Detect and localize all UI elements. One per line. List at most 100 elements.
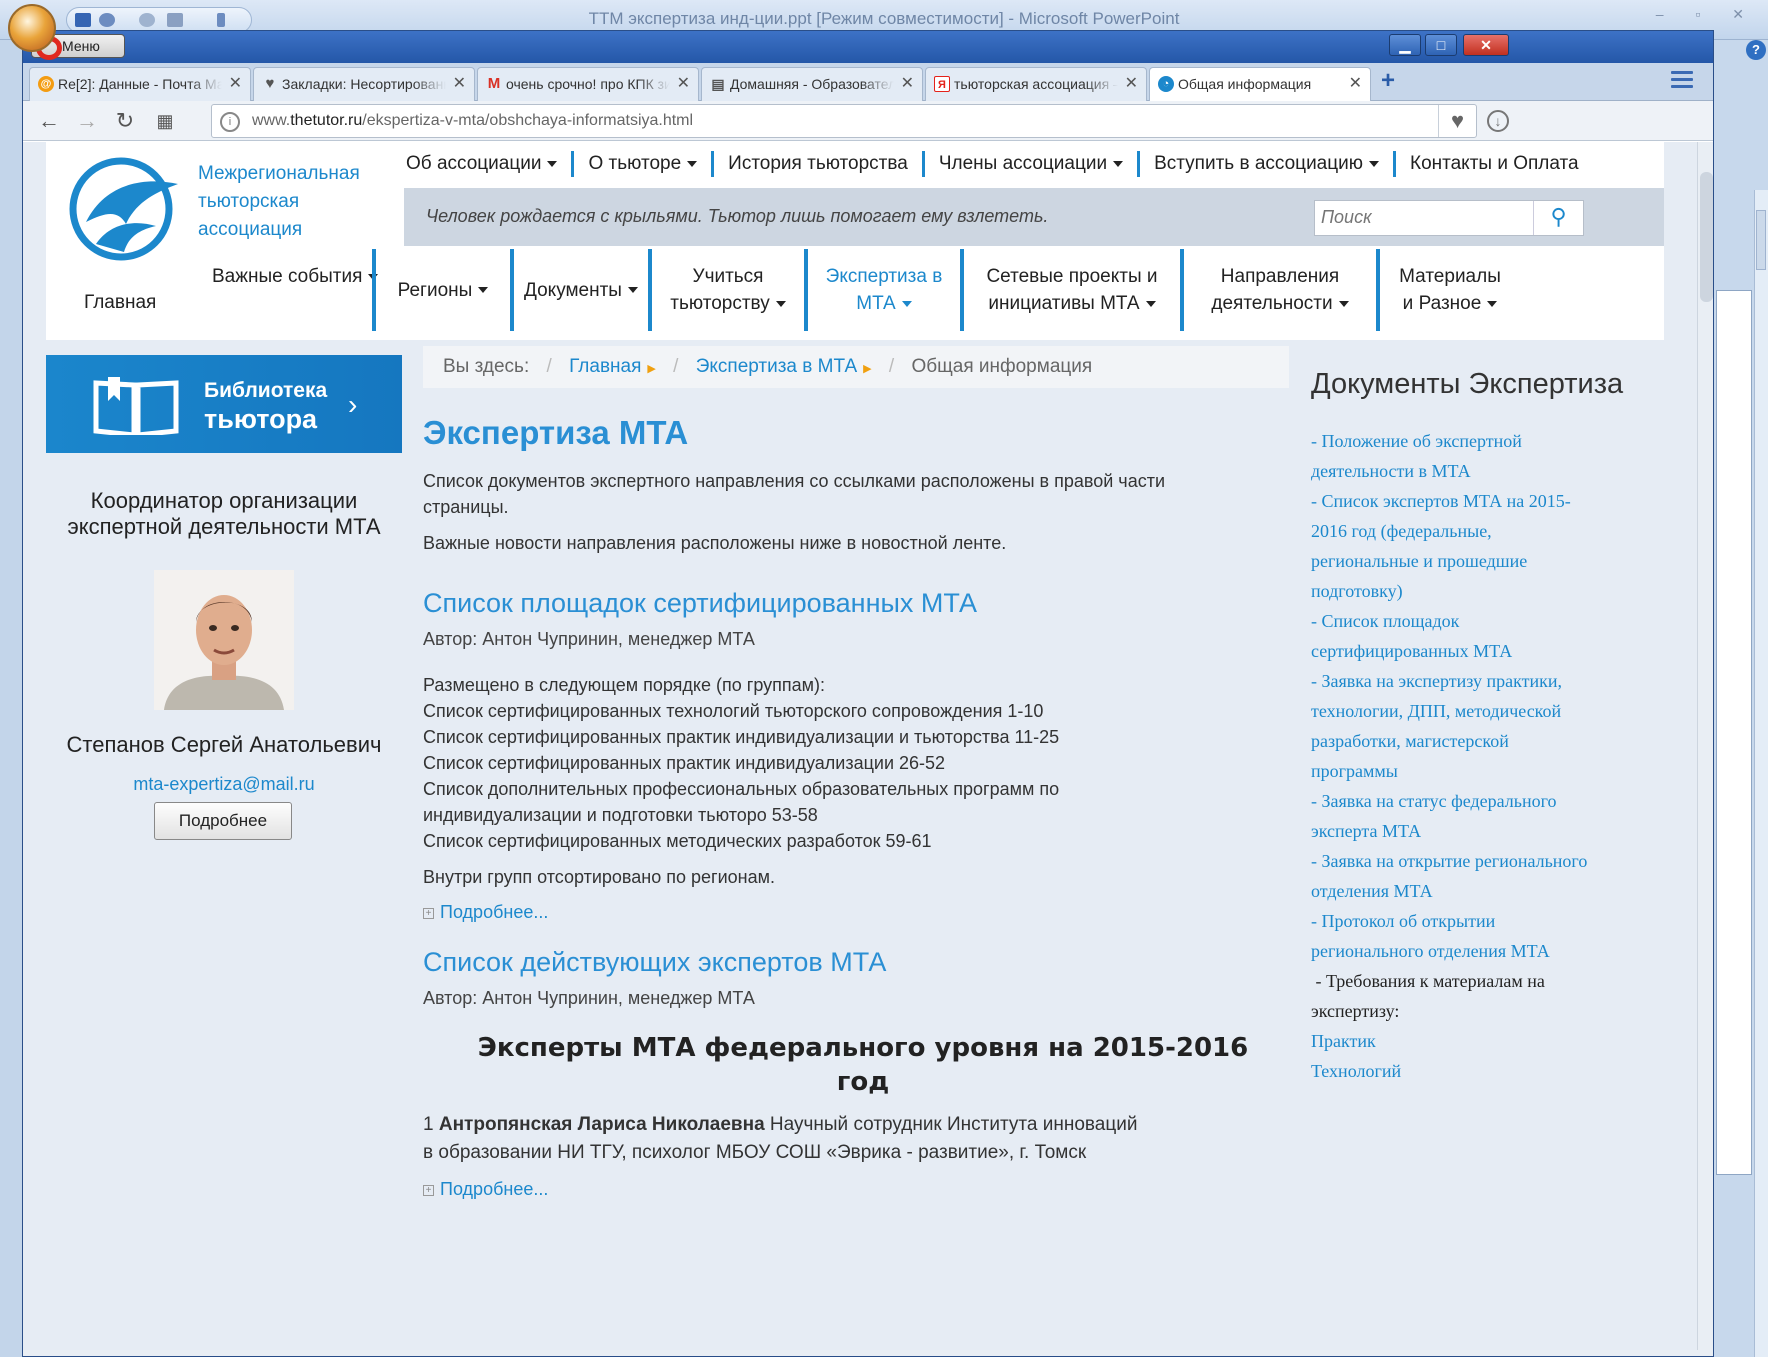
url-text[interactable]: www.thetutor.ru/ekspertiza-v-mta/obshcha… — [252, 112, 693, 130]
doc-link[interactable]: деятельности в МТА — [1311, 456, 1651, 486]
tab-bookmarks[interactable]: ♥ Закладки: Несортированные ✕ — [253, 67, 475, 101]
doc-link[interactable]: - Заявка на экспертизу практики, — [1311, 666, 1651, 696]
technologies-link[interactable]: Технологий — [1311, 1056, 1651, 1086]
back-icon[interactable]: ← — [35, 107, 63, 135]
page-scroll-thumb[interactable] — [1700, 172, 1713, 302]
mainnav-regions[interactable]: Регионы — [372, 249, 510, 331]
heart-icon: ♥ — [265, 75, 275, 92]
close-icon[interactable]: ✕ — [677, 68, 690, 100]
article-title-link[interactable]: Список действующих экспертов МТА — [423, 947, 1303, 978]
doc-link[interactable]: технологии, ДПП, методической — [1311, 696, 1651, 726]
site-header: Межрегиональная тьюторская ассоциация Гл… — [46, 142, 1664, 340]
bookmark-heart-icon[interactable]: ♥ — [1438, 105, 1476, 137]
site-logo[interactable] — [66, 152, 186, 262]
doc-link[interactable]: регионального отделения МТА — [1311, 936, 1651, 966]
minimize-button[interactable]: ▁ — [1389, 34, 1421, 56]
doc-link[interactable]: региональные и прошедшие — [1311, 546, 1651, 576]
ppt-window-controls[interactable]: – ▫ ✕ — [1656, 6, 1758, 23]
read-more-link[interactable]: + Подробнее... — [423, 902, 1303, 923]
forward-icon[interactable]: → — [73, 107, 101, 135]
breadcrumb-expertise-link[interactable]: Экспертиза в МТА — [696, 356, 857, 377]
doc-link[interactable]: - Заявка на открытие регионального — [1311, 846, 1651, 876]
top-navigation: Об ассоциации О тьюторе История тьюторст… — [406, 142, 1593, 186]
tab-home-doc[interactable]: ▤ Домашняя - Образовательный ✕ — [701, 67, 923, 101]
speed-dial-icon[interactable]: ▦ — [151, 107, 179, 135]
doc-link[interactable]: - Положение об экспертной — [1311, 426, 1651, 456]
help-icon[interactable]: ? — [1746, 40, 1766, 60]
mainnav-study[interactable]: Учиться тьюторству — [648, 249, 804, 331]
tab-mail[interactable]: @ Re[2]: Данные - Почта Mail.Ru ✕ — [29, 67, 251, 101]
tab-yandex[interactable]: Я тьюторская ассоциация — Яндекс ✕ — [925, 67, 1147, 101]
coordinator-title: Координатор организации экспертной деяте… — [67, 488, 381, 539]
doc-link[interactable]: - Заявка на статус федерального — [1311, 786, 1651, 816]
coordinator-photo — [154, 570, 294, 710]
maximize-button[interactable]: □ — [1425, 34, 1457, 56]
mainnav-materials[interactable]: Материалы и Разное — [1376, 249, 1520, 331]
address-bar[interactable]: i www.thetutor.ru/ekspertiza-v-mta/obshc… — [211, 104, 1477, 138]
ppt-scrollbar[interactable] — [1754, 190, 1768, 1357]
nav-important-events[interactable]: Важные события — [212, 266, 379, 288]
page-horizontal-scrollbar[interactable] — [23, 1350, 1713, 1356]
reload-icon[interactable]: ↻ — [111, 107, 139, 135]
practices-link[interactable]: Практик — [1311, 1026, 1651, 1056]
search-input[interactable] — [1321, 207, 1521, 228]
tutor-library-banner[interactable]: Библиотека тьютора › — [46, 355, 402, 453]
doc-link[interactable]: - Протокол об открытии — [1311, 906, 1651, 936]
topnav-contacts[interactable]: Контакты и Оплата — [1393, 151, 1593, 177]
search-button[interactable]: ⚲ — [1533, 201, 1583, 235]
more-button[interactable]: Подробнее — [154, 802, 292, 840]
tab-menu-icon[interactable] — [1671, 71, 1693, 91]
mainnav-network-projects[interactable]: Сетевые проекты и инициативы МТА — [960, 249, 1180, 331]
doc-link[interactable]: - Список площадок — [1311, 606, 1651, 636]
topnav-join[interactable]: Вступить в ассоциацию — [1137, 151, 1393, 177]
article-line: Список сертифицированных практик индивид… — [423, 727, 1060, 747]
office-button[interactable] — [8, 4, 56, 52]
gmail-icon: M — [487, 75, 501, 92]
doc-link[interactable]: подготовку) — [1311, 576, 1651, 606]
doc-link[interactable]: сертифицированных МТА — [1311, 636, 1651, 666]
site-info-icon[interactable]: i — [220, 112, 240, 132]
doc-link[interactable]: 2016 год (федеральные, — [1311, 516, 1651, 546]
topnav-history[interactable]: История тьюторства — [711, 151, 922, 177]
expert-details: Научный сотрудник Института инноваций — [764, 1114, 1138, 1135]
mainnav-label: Материалы — [1399, 266, 1501, 287]
tab-general-info[interactable]: ◔ Общая информация ✕ — [1149, 67, 1371, 102]
doc-link[interactable]: программы — [1311, 756, 1651, 786]
mainnav-expertise[interactable]: Экспертиза в МТА — [804, 249, 960, 331]
download-icon[interactable]: ↓ — [1487, 110, 1509, 132]
close-icon[interactable]: ✕ — [1349, 68, 1362, 100]
new-tab-button[interactable]: + — [1381, 67, 1395, 95]
arrow-right-icon: ▶ — [863, 363, 872, 375]
banner-text: Библиотека тьютора — [204, 377, 327, 433]
article-line: Размещено в следующем порядке (по группа… — [423, 675, 826, 695]
intro-paragraph: Список документов экспертного направлени… — [423, 471, 1165, 517]
caret-down-icon — [1338, 300, 1349, 307]
tab-gmail[interactable]: M очень срочно! про КПК зимой ✕ — [477, 67, 699, 101]
doc-link[interactable]: - Список экспертов МТА на 2015- — [1311, 486, 1651, 516]
doc-link[interactable]: эксперта МТА — [1311, 816, 1651, 846]
close-icon[interactable]: ✕ — [1125, 68, 1138, 100]
entry-number: 1 — [423, 1114, 434, 1135]
topnav-label: Контакты и Оплата — [1410, 153, 1579, 174]
mainnav-directions[interactable]: Направления деятельности — [1180, 249, 1376, 331]
close-icon[interactable]: ✕ — [453, 68, 466, 100]
doc-link[interactable]: отделения МТА — [1311, 876, 1651, 906]
close-icon[interactable]: ✕ — [229, 68, 242, 100]
logo-text[interactable]: Межрегиональная тьюторская ассоциация — [198, 160, 360, 244]
topnav-about[interactable]: Об ассоциации — [406, 151, 571, 177]
topnav-members[interactable]: Члены ассоциации — [921, 151, 1137, 177]
mainnav-documents[interactable]: Документы — [510, 249, 648, 331]
close-window-button[interactable]: ✕ — [1463, 34, 1509, 56]
doc-link[interactable]: разработки, магистерской — [1311, 726, 1651, 756]
close-icon[interactable]: ✕ — [901, 68, 914, 100]
expert-details: в образовании НИ ТГУ, психолог МБОУ СОШ … — [423, 1142, 1087, 1163]
article-title-link[interactable]: Список площадок сертифицированных МТА — [423, 588, 1303, 619]
page-scrollbar[interactable] — [1697, 142, 1713, 1350]
nav-home-link[interactable]: Главная — [84, 292, 156, 314]
main-navigation: Регионы Документы Учиться тьюторству Эксп… — [372, 249, 1520, 331]
ppt-scroll-thumb[interactable] — [1756, 210, 1766, 270]
read-more-link[interactable]: + Подробнее... — [423, 1179, 1303, 1200]
breadcrumb-home-link[interactable]: Главная — [569, 356, 641, 377]
topnav-about-tutor[interactable]: О тьюторе — [571, 151, 711, 177]
coordinator-email-link[interactable]: mta-expertiza@mail.ru — [46, 774, 402, 795]
